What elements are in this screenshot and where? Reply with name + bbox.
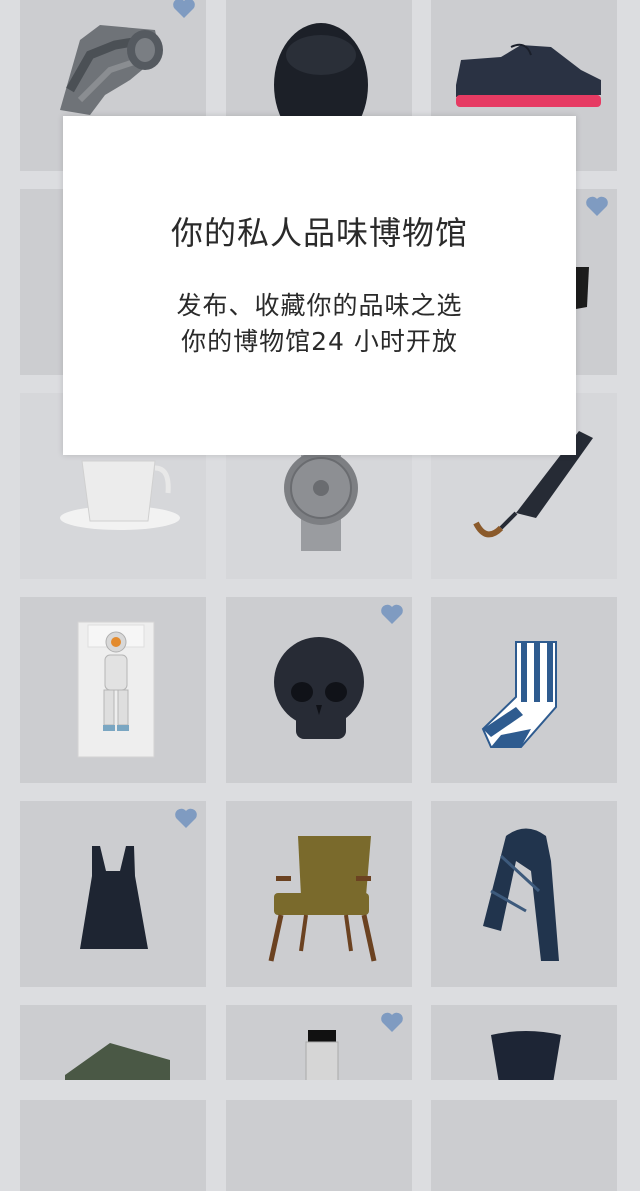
tile-skull-candle[interactable] xyxy=(226,597,412,783)
chair-icon xyxy=(268,836,377,962)
tile-astronaut-bedding[interactable] xyxy=(20,597,206,783)
heart-icon[interactable] xyxy=(172,0,196,19)
modal-subtitle-line2: 你的博物馆24 小时开放 xyxy=(181,327,458,356)
heart-icon[interactable] xyxy=(174,807,198,829)
sock-icon xyxy=(481,641,557,748)
bottom-strip xyxy=(0,1080,640,1100)
tile-black-dress[interactable] xyxy=(20,801,206,987)
modal-subtitle-line1: 发布、收藏你的品味之选 xyxy=(176,291,463,320)
tile-armchair[interactable] xyxy=(226,801,412,987)
bedding-icon xyxy=(77,621,155,758)
intro-modal[interactable]: 你的私人品味博物馆 发布、收藏你的品味之选 你的博物馆24 小时开放 xyxy=(63,116,576,455)
heart-icon[interactable] xyxy=(585,195,609,217)
tile-patterned-scarf[interactable] xyxy=(431,801,617,987)
modal-title: 你的私人品味博物馆 xyxy=(170,214,468,252)
heart-icon[interactable] xyxy=(380,603,404,625)
heart-icon[interactable] xyxy=(380,1011,404,1033)
scarf-icon xyxy=(483,828,559,961)
tile-striped-sock[interactable] xyxy=(431,597,617,783)
